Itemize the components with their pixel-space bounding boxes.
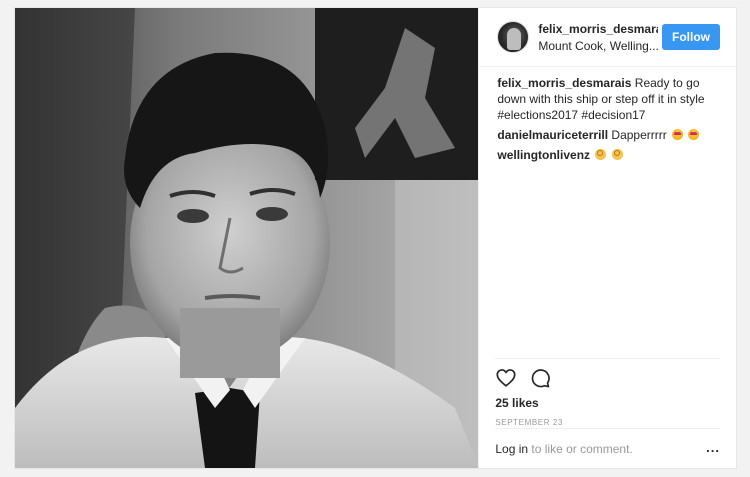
comment-list: felix_morris_desmarais Ready to go down …	[479, 67, 736, 163]
comment-bubble-icon[interactable]	[529, 367, 551, 389]
post-actions: 25 likes SEPTEMBER 23	[495, 358, 720, 427]
post-header: felix_morris_desmarais Mount Cook, Welli…	[479, 8, 736, 67]
like-count[interactable]: 25 likes	[495, 396, 720, 410]
ok-hand-emoji	[611, 149, 623, 160]
post-photo[interactable]	[15, 8, 479, 468]
follow-button[interactable]: Follow	[662, 24, 720, 50]
login-prompt: Log in to like or comment.	[495, 442, 632, 456]
caption: felix_morris_desmarais Ready to go down …	[497, 75, 718, 123]
action-icons	[495, 359, 720, 389]
comment-item: danielmauriceterrill Dapperrrrr	[497, 127, 718, 143]
post-date[interactable]: SEPTEMBER 23	[495, 418, 720, 427]
login-suffix: to like or comment.	[528, 442, 633, 456]
heart-eyes-emoji	[672, 129, 684, 140]
avatar[interactable]	[497, 21, 530, 53]
caption-username[interactable]: felix_morris_desmarais	[497, 76, 631, 90]
heart-outline-icon[interactable]	[495, 367, 517, 389]
selfie-photo-image	[15, 8, 479, 468]
ok-hand-emoji	[595, 149, 607, 160]
instagram-post: felix_morris_desmarais Mount Cook, Welli…	[14, 7, 737, 469]
comment-item: wellingtonlivenz	[497, 147, 718, 163]
author-username[interactable]: felix_morris_desmarais	[538, 22, 658, 36]
comment-text: Dapperrrrr	[611, 128, 667, 142]
more-options-icon[interactable]: ...	[706, 440, 720, 455]
heart-eyes-emoji	[688, 129, 700, 140]
comment-username[interactable]: danielmauriceterrill	[497, 128, 608, 142]
post-sidebar: felix_morris_desmarais Mount Cook, Welli…	[478, 8, 736, 468]
post-footer: Log in to like or comment. ...	[495, 428, 720, 469]
comment-username[interactable]: wellingtonlivenz	[497, 148, 590, 162]
author-info: felix_morris_desmarais Mount Cook, Welli…	[538, 22, 662, 53]
post-location[interactable]: Mount Cook, Welling...	[538, 39, 660, 53]
login-link[interactable]: Log in	[495, 442, 528, 456]
